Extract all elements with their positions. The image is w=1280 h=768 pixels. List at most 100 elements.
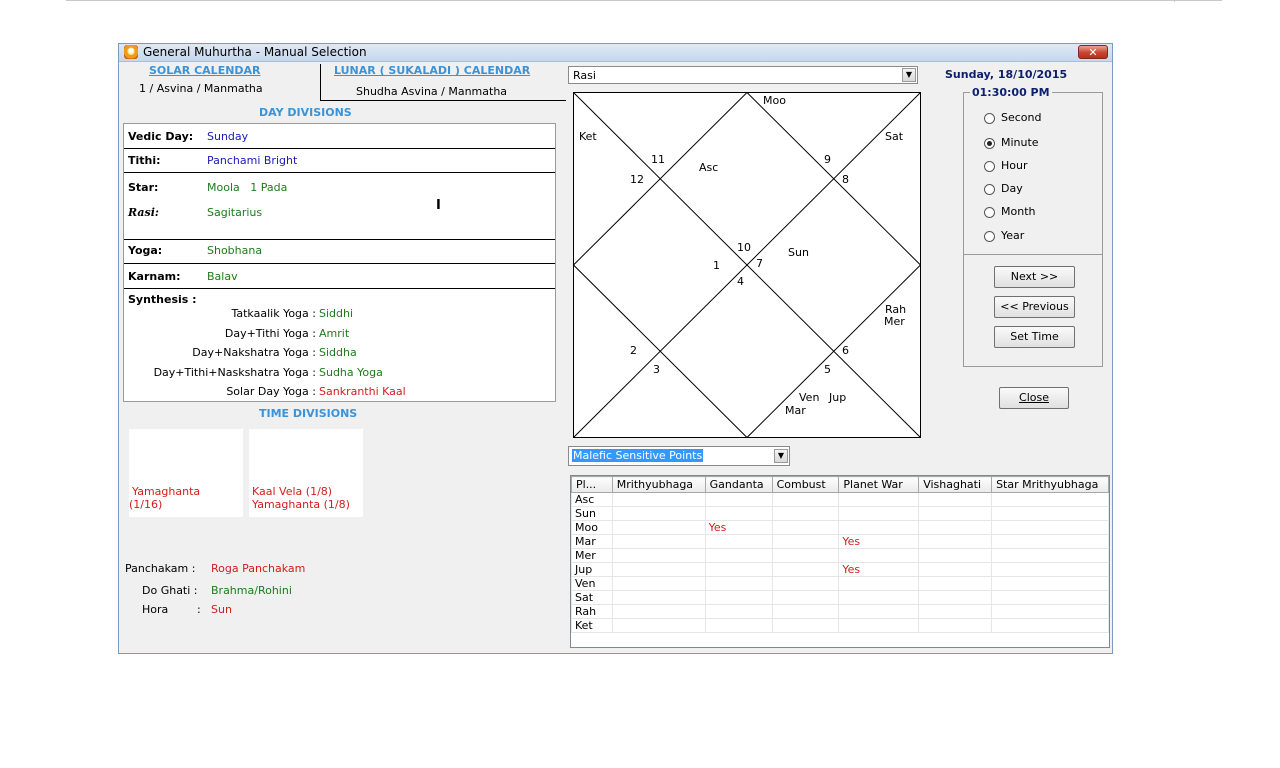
planet-cell: Moo — [571, 520, 613, 535]
radio-hour-label: Hour — [1001, 159, 1028, 172]
radio-month-label: Month — [1001, 205, 1036, 218]
table-cell — [704, 548, 773, 563]
col-header-planet[interactable]: Pl... — [571, 476, 613, 493]
doghati-label: Do Ghati : — [142, 584, 198, 597]
tithi-value: Panchami Bright — [207, 154, 298, 167]
col-header-star-mrithyubhaga[interactable]: Star Mrithyubhaga — [991, 476, 1109, 493]
planet-cell: Ven — [571, 576, 613, 591]
table-cell — [704, 576, 773, 591]
table-cell — [704, 562, 773, 577]
yamaghanta-fraction: (1/16) — [129, 498, 163, 511]
table-cell — [991, 492, 1109, 507]
col-header-planet-war[interactable]: Planet War — [838, 476, 920, 493]
sensitive-points-body: Asc Sun Moo Yes Mar Yes Mer Jup Yes Ven Sat Rah Ket — [571, 492, 1109, 633]
planet-mar: Mar — [785, 404, 806, 417]
radio-hour[interactable] — [984, 161, 995, 172]
table-cell — [991, 534, 1109, 549]
table-cell — [838, 604, 920, 619]
table-cell — [918, 590, 993, 605]
table-cell — [611, 506, 706, 521]
chart-type-select[interactable]: Rasi ▼ — [568, 66, 918, 84]
synthesis-value-1: Amrit — [319, 326, 350, 340]
col-header-vishaghati[interactable]: Vishaghati — [918, 476, 993, 493]
sensitive-points-table: Pl... Mrithyubhaga Gandanta Combust Plan… — [571, 476, 1109, 633]
table-cell — [771, 548, 840, 563]
lunar-underline — [320, 100, 566, 101]
selected-date: Sunday, 18/10/2015 — [945, 68, 1068, 81]
table-cell — [771, 576, 840, 591]
radio-year[interactable] — [984, 231, 995, 242]
table-cell — [771, 590, 840, 605]
panchakam-label: Panchakam : — [125, 562, 196, 575]
next-button[interactable]: Next >> — [994, 266, 1075, 288]
house-12: 12 — [630, 173, 644, 186]
planet-asc: Asc — [699, 161, 718, 174]
text-cursor-icon: I — [436, 198, 441, 213]
table-row[interactable]: Mar Yes — [571, 534, 1109, 549]
selected-time: 01:30:00 PM — [970, 86, 1052, 99]
table-row[interactable]: Sat — [571, 590, 1109, 605]
house-7: 7 — [756, 257, 763, 270]
table-cell — [991, 520, 1109, 535]
table-row[interactable]: Rah — [571, 604, 1109, 619]
table-row[interactable]: Ket — [571, 618, 1109, 633]
table-row[interactable]: Jup Yes — [571, 562, 1109, 577]
table-cell — [611, 604, 706, 619]
time-division-box-2-text: Kaal Vela (1/8) Yamaghanta (1/8) — [252, 485, 350, 511]
table-cell — [918, 604, 993, 619]
lunar-calendar-link[interactable]: LUNAR ( SUKALADI ) CALENDAR — [334, 64, 530, 77]
row-divider — [124, 288, 555, 289]
table-cell — [611, 590, 706, 605]
table-cell — [611, 492, 706, 507]
planet-cell: Mar — [571, 534, 613, 549]
title-bar[interactable]: ✹ General Muhurtha - Manual Selection ✕ — [119, 44, 1112, 62]
col-header-mrithyubhaga[interactable]: Mrithyubhaga — [611, 476, 706, 493]
set-time-button[interactable]: Set Time — [994, 326, 1075, 348]
col-header-gandanta[interactable]: Gandanta — [704, 476, 773, 493]
table-cell — [611, 618, 706, 633]
radio-day-label: Day — [1001, 182, 1023, 195]
table-cell — [704, 534, 773, 549]
radio-month[interactable] — [984, 207, 995, 218]
radio-minute[interactable] — [984, 138, 995, 149]
table-cell — [771, 534, 840, 549]
table-row[interactable]: Sun — [571, 506, 1109, 521]
window-close-button[interactable]: ✕ — [1078, 45, 1108, 59]
table-cell — [838, 492, 920, 507]
solar-calendar-link[interactable]: SOLAR CALENDAR — [149, 64, 261, 77]
planet-cell: Rah — [571, 604, 613, 619]
table-cell: Yes — [838, 534, 920, 549]
col-header-combust[interactable]: Combust — [771, 476, 840, 493]
chevron-down-icon[interactable]: ▼ — [774, 449, 788, 463]
synthesis-label-0: Tatkaalik Yoga : — [231, 307, 316, 320]
planet-cell: Jup — [571, 562, 613, 577]
radio-year-label: Year — [1001, 229, 1025, 242]
planet-jup: Jup — [828, 391, 846, 404]
window-title: General Muhurtha - Manual Selection — [143, 45, 367, 59]
table-cell — [771, 618, 840, 633]
close-button[interactable]: Close — [999, 387, 1069, 409]
table-row[interactable]: Ven — [571, 576, 1109, 591]
synthesis-value-4: Sankranthi Kaal — [319, 385, 406, 398]
table-cell — [611, 576, 706, 591]
planet-moo: Moo — [763, 94, 786, 107]
previous-button[interactable]: << Previous — [994, 296, 1075, 318]
synthesis-label-1: Day+Tithi Yoga : — [224, 326, 316, 340]
calendar-divider — [320, 64, 321, 101]
table-cell — [611, 562, 706, 577]
radio-second[interactable] — [984, 113, 995, 124]
row-divider — [124, 148, 555, 149]
house-6: 6 — [842, 344, 849, 357]
top-border-tick — [1174, 0, 1175, 2]
time-division-box-1-text: Yamaghanta (1/16) — [129, 485, 200, 511]
chevron-down-icon[interactable]: ▼ — [902, 68, 916, 82]
table-cell — [918, 576, 993, 591]
table-cell — [991, 548, 1109, 563]
radio-day[interactable] — [984, 184, 995, 195]
solar-calendar-value: 1 / Asvina / Manmatha — [139, 82, 263, 95]
table-row[interactable]: Moo Yes — [571, 520, 1109, 535]
sensitive-points-select[interactable]: Malefic Sensitive Points ▼ — [568, 446, 790, 466]
table-row[interactable]: Mer — [571, 548, 1109, 563]
table-row[interactable]: Asc — [571, 492, 1109, 507]
sensitive-points-value: Malefic Sensitive Points — [572, 449, 704, 462]
